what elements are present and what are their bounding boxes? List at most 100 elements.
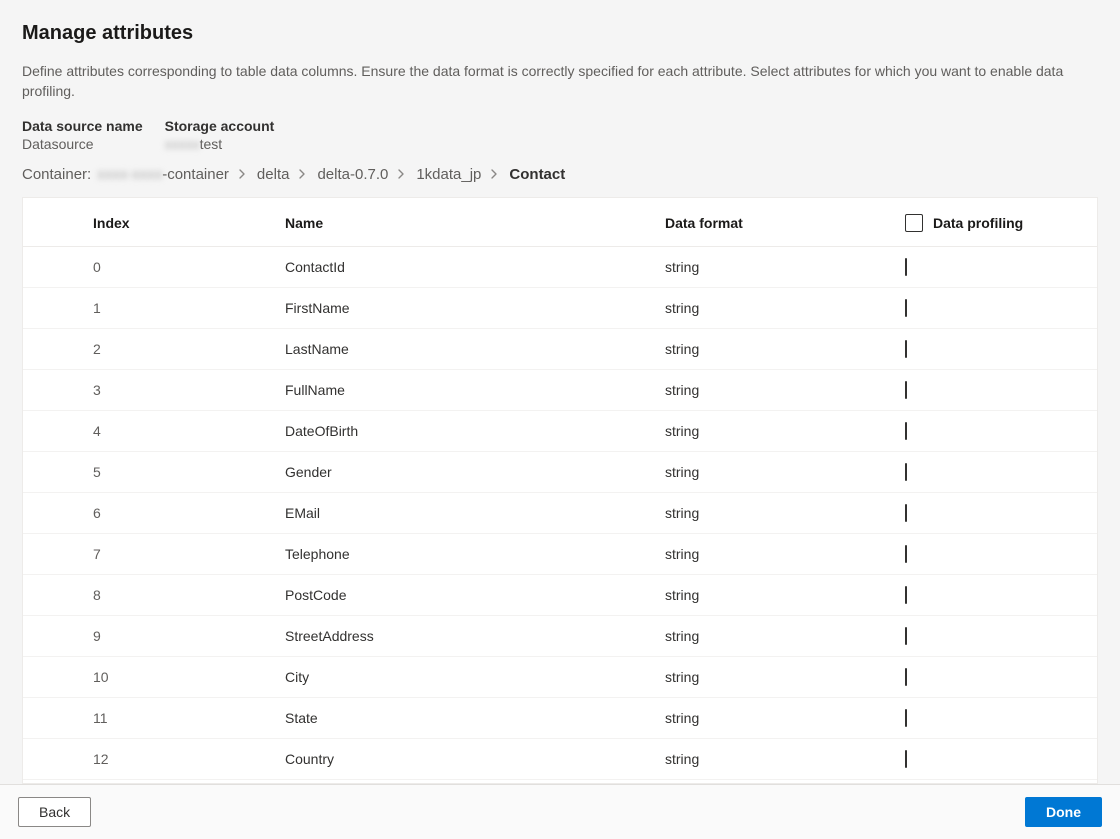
cell-name: DateOfBirth xyxy=(273,410,653,451)
profiling-checkbox[interactable] xyxy=(905,258,907,276)
cell-index: 11 xyxy=(23,697,273,738)
cell-index: 6 xyxy=(23,492,273,533)
cell-name: PostCode xyxy=(273,574,653,615)
col-header-profiling-label: Data profiling xyxy=(933,215,1023,231)
breadcrumb-item: Contact xyxy=(509,166,565,183)
profiling-checkbox[interactable] xyxy=(905,545,907,563)
cell-profiling xyxy=(893,574,1097,615)
chevron-right-icon xyxy=(299,169,307,179)
table-row: 8PostCodestring xyxy=(23,574,1097,615)
cell-name: Country xyxy=(273,738,653,779)
col-header-profiling[interactable]: Data profiling xyxy=(893,198,1097,247)
cell-format: string xyxy=(653,328,893,369)
cell-name: City xyxy=(273,656,653,697)
storage-value-blurred: xxxxx xyxy=(165,136,200,152)
profiling-checkbox[interactable] xyxy=(905,299,907,317)
profiling-checkbox[interactable] xyxy=(905,422,907,440)
cell-format: string xyxy=(653,738,893,779)
col-header-index[interactable]: Index xyxy=(23,198,273,247)
storage-label: Storage account xyxy=(165,118,275,134)
cell-profiling xyxy=(893,738,1097,779)
breadcrumb-container-blurred: xxxx-xxxx xyxy=(97,166,162,183)
cell-name: StreetAddress xyxy=(273,615,653,656)
datasource-label: Data source name xyxy=(22,118,143,134)
table-row: 11Statestring xyxy=(23,697,1097,738)
attributes-table-wrap: Index Name Data format Data profiling 0C… xyxy=(22,197,1098,784)
cell-format: string xyxy=(653,533,893,574)
profiling-checkbox[interactable] xyxy=(905,381,907,399)
breadcrumb-item[interactable]: delta-0.7.0 xyxy=(317,166,388,183)
cell-name: State xyxy=(273,697,653,738)
breadcrumb-item[interactable]: 1kdata_jp xyxy=(416,166,481,183)
cell-profiling xyxy=(893,656,1097,697)
cell-index: 8 xyxy=(23,574,273,615)
table-row: 7Telephonestring xyxy=(23,533,1097,574)
table-row: 6EMailstring xyxy=(23,492,1097,533)
cell-index: 5 xyxy=(23,451,273,492)
profiling-checkbox[interactable] xyxy=(905,709,907,727)
cell-name: Telephone xyxy=(273,533,653,574)
cell-format: string xyxy=(653,287,893,328)
attributes-table: Index Name Data format Data profiling 0C… xyxy=(23,198,1097,780)
cell-index: 1 xyxy=(23,287,273,328)
page-description: Define attributes corresponding to table… xyxy=(22,61,1098,102)
profiling-checkbox[interactable] xyxy=(905,750,907,768)
cell-index: 10 xyxy=(23,656,273,697)
cell-index: 2 xyxy=(23,328,273,369)
col-header-name[interactable]: Name xyxy=(273,198,653,247)
done-button[interactable]: Done xyxy=(1025,797,1102,827)
cell-format: string xyxy=(653,697,893,738)
breadcrumb-container-suffix: -container xyxy=(162,166,229,183)
cell-name: LastName xyxy=(273,328,653,369)
table-row: 10Citystring xyxy=(23,656,1097,697)
profiling-checkbox[interactable] xyxy=(905,668,907,686)
cell-profiling xyxy=(893,410,1097,451)
table-row: 4DateOfBirthstring xyxy=(23,410,1097,451)
cell-index: 3 xyxy=(23,369,273,410)
cell-profiling xyxy=(893,246,1097,287)
cell-profiling xyxy=(893,533,1097,574)
cell-profiling xyxy=(893,697,1097,738)
breadcrumb-item[interactable]: delta xyxy=(257,166,290,183)
footer: Back Done xyxy=(0,784,1120,839)
datasource-value: Datasource xyxy=(22,136,143,152)
select-all-checkbox[interactable] xyxy=(905,214,923,232)
cell-index: 7 xyxy=(23,533,273,574)
datasource-block: Data source name Datasource xyxy=(22,118,143,152)
cell-index: 9 xyxy=(23,615,273,656)
profiling-checkbox[interactable] xyxy=(905,340,907,358)
profiling-checkbox[interactable] xyxy=(905,586,907,604)
storage-value-suffix: test xyxy=(200,136,223,152)
chevron-right-icon xyxy=(398,169,406,179)
cell-name: FirstName xyxy=(273,287,653,328)
meta-row: Data source name Datasource Storage acco… xyxy=(22,118,1098,152)
cell-index: 0 xyxy=(23,246,273,287)
table-row: 1FirstNamestring xyxy=(23,287,1097,328)
profiling-checkbox[interactable] xyxy=(905,504,907,522)
cell-format: string xyxy=(653,369,893,410)
profiling-checkbox[interactable] xyxy=(905,627,907,645)
cell-format: string xyxy=(653,410,893,451)
breadcrumb: Container: xxxx-xxxx-container delta delt… xyxy=(22,166,1098,183)
breadcrumb-container[interactable]: xxxx-xxxx-container xyxy=(97,166,229,183)
cell-format: string xyxy=(653,451,893,492)
storage-block: Storage account xxxxxtest xyxy=(165,118,275,152)
cell-format: string xyxy=(653,492,893,533)
cell-index: 4 xyxy=(23,410,273,451)
cell-profiling xyxy=(893,328,1097,369)
storage-value: xxxxxtest xyxy=(165,136,275,152)
chevron-right-icon xyxy=(491,169,499,179)
col-header-format[interactable]: Data format xyxy=(653,198,893,247)
back-button[interactable]: Back xyxy=(18,797,91,827)
table-row: 9StreetAddressstring xyxy=(23,615,1097,656)
cell-format: string xyxy=(653,656,893,697)
chevron-right-icon xyxy=(239,169,247,179)
cell-format: string xyxy=(653,574,893,615)
cell-profiling xyxy=(893,492,1097,533)
table-row: 2LastNamestring xyxy=(23,328,1097,369)
cell-format: string xyxy=(653,615,893,656)
breadcrumb-lead: Container: xyxy=(22,166,91,183)
cell-name: ContactId xyxy=(273,246,653,287)
cell-profiling xyxy=(893,369,1097,410)
profiling-checkbox[interactable] xyxy=(905,463,907,481)
